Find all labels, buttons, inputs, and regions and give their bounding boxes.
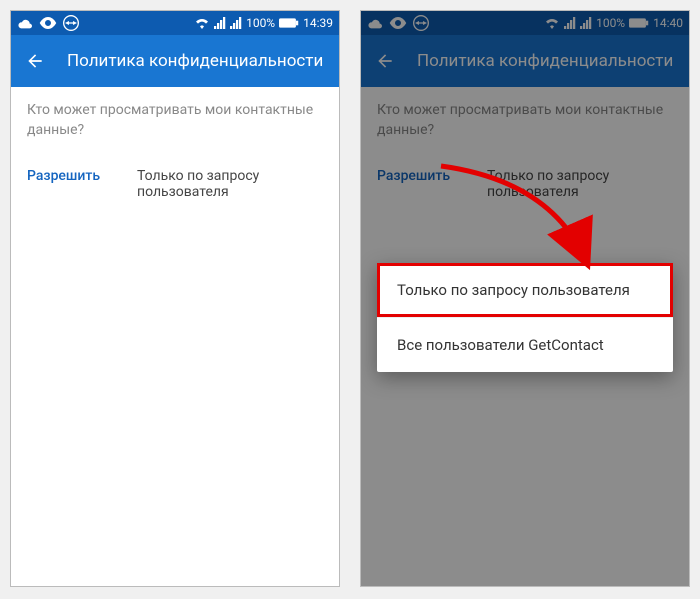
app-bar: Политика конфиденциальности bbox=[11, 35, 339, 87]
signal-icon-2 bbox=[230, 17, 242, 29]
option-row[interactable]: Разрешить Только по запросу пользователя bbox=[11, 154, 339, 214]
dialog-option-2[interactable]: Все пользователи GetContact bbox=[377, 318, 673, 372]
dialog-option-1[interactable]: Только по запросу пользователя bbox=[377, 263, 673, 318]
battery-icon bbox=[279, 17, 299, 29]
back-button[interactable] bbox=[25, 51, 45, 71]
status-left bbox=[17, 15, 79, 31]
status-bar: 100% 14:39 bbox=[11, 11, 339, 35]
cloud-icon bbox=[17, 17, 33, 29]
phone-screenshot-1: 100% 14:39 Политика конфиденциальности К… bbox=[10, 10, 340, 587]
battery-percent: 100% bbox=[246, 16, 275, 30]
eye-icon bbox=[39, 17, 57, 29]
page-title: Политика конфиденциальности bbox=[67, 51, 323, 71]
options-dialog: Только по запросу пользователя Все польз… bbox=[377, 263, 673, 372]
status-right: 100% 14:39 bbox=[194, 16, 333, 30]
clock-time: 14:39 bbox=[303, 16, 333, 30]
signal-icon-1 bbox=[214, 17, 226, 29]
wifi-icon bbox=[194, 17, 210, 29]
teamviewer-icon bbox=[63, 15, 79, 31]
section-header: Кто может просматривать мои контактные д… bbox=[11, 87, 339, 154]
phone-screenshot-2: 100% 14:40 Политика конфиденциальности К… bbox=[360, 10, 690, 587]
option-label: Разрешить bbox=[27, 168, 137, 200]
option-value: Только по запросу пользователя bbox=[137, 168, 323, 200]
